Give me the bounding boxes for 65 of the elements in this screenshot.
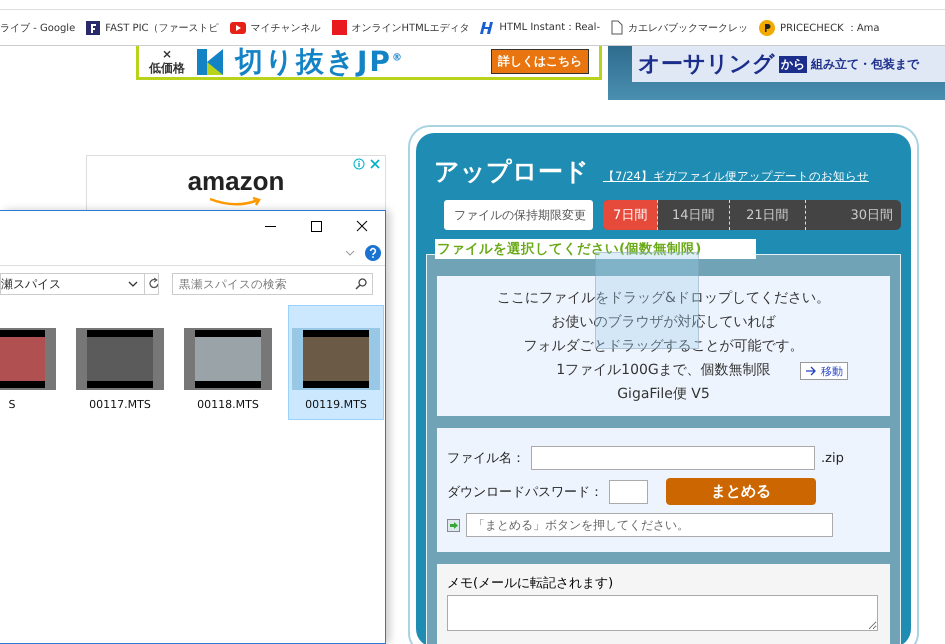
- search-icon: [355, 278, 367, 290]
- filename-input[interactable]: [531, 446, 815, 470]
- ad-text: から: [779, 56, 807, 72]
- arrow-icon: [447, 518, 460, 532]
- close-icon: [356, 220, 368, 232]
- password-label: ダウンロードパスワード：: [447, 484, 603, 500]
- select-files-label: ファイルを選択してください(個数無制限): [435, 239, 756, 259]
- banner-ad[interactable]: × 低価格 切り抜きJP$^{®}$ 詳しくはこちら: [136, 46, 602, 80]
- drop-zone-text: フォルダごとドラッグすることが可能です。: [524, 337, 804, 356]
- status-field[interactable]: 「まとめる」ボタンを押してください。: [466, 513, 833, 537]
- file-item[interactable]: 00117.MTS: [72, 305, 168, 420]
- square-icon: [332, 20, 347, 35]
- chevron-down-icon[interactable]: [128, 281, 138, 287]
- close-icon[interactable]: [369, 158, 381, 170]
- amazon-logo: amazon: [188, 166, 284, 197]
- play-icon: [230, 22, 246, 34]
- drop-zone-text: 1ファイル100Gまで、個数無制限: [556, 361, 771, 380]
- file-item[interactable]: S: [0, 305, 60, 420]
- file-name: S: [8, 398, 16, 411]
- arrow-logo-icon: [197, 48, 223, 74]
- refresh-icon[interactable]: [144, 274, 158, 294]
- password-input[interactable]: [609, 480, 648, 504]
- bundle-button[interactable]: まとめる: [666, 478, 816, 505]
- filename-label: ファイル名：: [447, 450, 525, 467]
- bookmark-link[interactable]: PRICECHECK ：Ama: [759, 20, 880, 36]
- info-icon[interactable]: [353, 158, 365, 170]
- retention-label: ファイルの保持期限変更: [444, 200, 594, 230]
- period-tab[interactable]: 21日間: [730, 200, 806, 230]
- memo-label: メモ(メールに転記されます): [447, 575, 614, 592]
- search-field[interactable]: 黒瀬スパイスの検索: [172, 273, 373, 295]
- file-item[interactable]: 00119.MTS: [288, 305, 384, 420]
- h-logo-icon: [480, 20, 494, 34]
- period-tab[interactable]: 30日間: [806, 200, 901, 230]
- help-icon[interactable]: [365, 245, 381, 261]
- ad-logo: 切り抜きJP$^{®}$: [235, 44, 404, 80]
- memo-textarea[interactable]: [447, 595, 878, 631]
- maximize-icon: [310, 220, 322, 232]
- bookmark-link[interactable]: オンラインHTMLエディタ: [332, 20, 470, 35]
- bookmark-link[interactable]: ライブ - Google: [0, 20, 76, 34]
- bookmark-link[interactable]: HTML Instant : Real-: [480, 20, 600, 34]
- drop-zone-text: ここにファイルをドラッグ&ドロップしてください。: [497, 289, 830, 308]
- file-name: 00119.MTS: [305, 398, 367, 411]
- file-name: 00118.MTS: [197, 398, 259, 411]
- ad-text: × 低価格: [149, 48, 185, 75]
- address-bar[interactable]: 瀬スパイス: [0, 273, 159, 295]
- period-tab[interactable]: 14日間: [658, 200, 730, 230]
- ad-tagline: 組み立て・包装まで: [811, 56, 919, 72]
- period-tab[interactable]: 7日間: [603, 200, 658, 230]
- f-logo-icon: [86, 20, 100, 34]
- update-notice-link[interactable]: 【7/24】ギガファイル便アップデートのお知らせ: [603, 169, 869, 184]
- bookmark-link[interactable]: FAST PIC（ファーストピ: [86, 20, 219, 34]
- bookmark-link[interactable]: カエレバブックマークレッ: [611, 20, 748, 35]
- banner-ad[interactable]: オーサリング から 組み立て・包装まで: [608, 46, 945, 100]
- extension-label: .zip: [821, 450, 844, 466]
- drop-zone-text: GigaFile便 V5: [617, 385, 710, 404]
- file-name: 00117.MTS: [89, 398, 151, 411]
- ad-title: オーサリング: [638, 51, 775, 79]
- page-icon: [611, 20, 624, 35]
- upload-title: アップロード: [434, 156, 589, 188]
- file-item[interactable]: 00118.MTS: [180, 305, 276, 420]
- p-logo-icon: [759, 20, 776, 36]
- drop-zone-text: お使いのブラウザが対応していれば: [552, 313, 776, 332]
- tooltip-text: 移動: [821, 364, 843, 378]
- arrow-icon: [805, 366, 817, 376]
- bookmark-link[interactable]: マイチャンネル: [230, 20, 321, 34]
